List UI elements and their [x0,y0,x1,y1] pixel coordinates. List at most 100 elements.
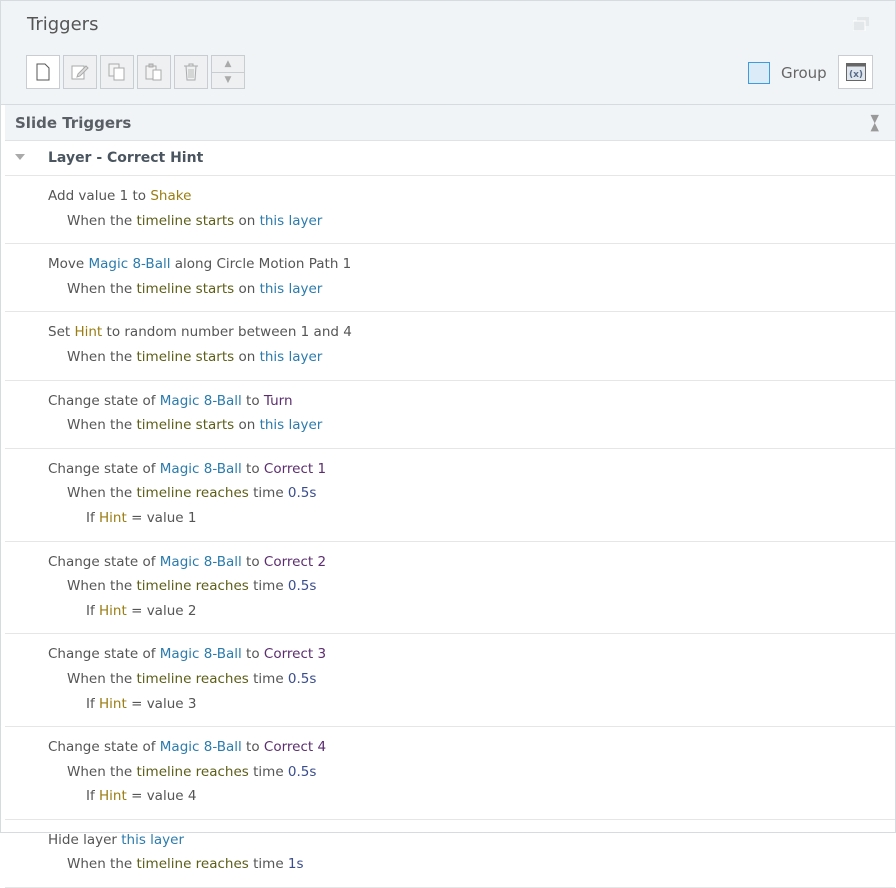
section-title: Slide Triggers [15,114,132,132]
expand-triangle-icon[interactable] [15,154,25,160]
move-up-button[interactable]: ▲ [212,56,244,73]
text-plain: Move [48,256,89,273]
text-plain: When the [67,212,137,229]
trigger-event: When the timeline reaches time 0.5s [5,667,895,692]
text-event: timeline starts [136,280,235,297]
text-event: timeline starts [136,417,235,434]
text-plain: Change state of [48,553,160,570]
text-var: Hint [99,695,127,712]
text-obj: Magic 8-Ball [159,392,242,409]
trigger-item[interactable]: Change state of Magic 8-Ball to Correct … [5,634,895,728]
trigger-item[interactable]: Change state of Magic 8-Ball to Correct … [5,727,895,820]
restore-window-icon[interactable] [853,17,869,31]
text-event: timeline reaches [136,763,249,780]
paste-icon [145,63,162,81]
text-plain: to random number between 1 and 4 [102,324,352,341]
text-obj: Magic 8-Ball [88,256,171,273]
text-plain: When the [67,578,137,595]
text-plain: Change state of [48,646,160,663]
text-plain: to [241,739,264,756]
text-plain: = value 3 [126,695,197,712]
panel-title: Triggers [27,14,99,35]
text-plain: time [248,763,288,780]
text-plain: on [234,417,260,434]
text-plain: When the [67,348,137,365]
text-var: Shake [150,188,192,204]
text-plain: If [86,788,100,805]
text-plain: = value 1 [126,509,197,526]
text-var: Hint [74,324,103,341]
text-event: timeline reaches [136,670,249,687]
group-checkbox[interactable] [748,62,770,84]
text-event: timeline reaches [136,578,249,595]
new-document-icon [36,63,50,81]
trigger-event: When the timeline starts on this layer [5,413,895,438]
layer-group-header[interactable]: Layer - Correct Hint [5,141,895,176]
variables-button[interactable]: (x) [838,55,873,89]
trigger-item[interactable]: Hide layer this layer When the timeline r… [5,820,895,888]
trigger-action: Set Hint to random number between 1 and … [5,320,895,345]
trigger-event: When the timeline starts on this layer [5,277,895,302]
trigger-action: Hide layer this layer [5,828,895,853]
trash-icon [184,63,198,81]
text-state: Turn [263,392,293,409]
text-plain: Change state of [48,460,160,477]
group-label: Group [781,64,827,82]
trigger-event: When the timeline reaches time 0.5s [5,760,895,785]
trigger-list: Add value 1 to Shake When the timeline st… [1,176,895,888]
text-plain: When the [67,417,137,434]
text-plain: on [234,348,260,365]
text-plain: to [241,460,264,477]
collapse-all-icon[interactable]: ▼ ▲ [871,113,879,132]
reorder-buttons: ▲ ▼ [211,55,245,89]
trigger-item[interactable]: Add value 1 to Shake When the timeline st… [5,176,895,245]
trigger-item[interactable]: Change state of Magic 8-Ball to Correct … [5,449,895,542]
text-state: Correct 3 [263,646,327,663]
trigger-condition: If Hint = value 4 [5,784,895,809]
copy-icon [108,63,125,81]
text-num: 0.5s [287,763,317,780]
trigger-action: Change state of Magic 8-Ball to Turn [5,389,895,414]
text-plain: time [248,670,288,687]
text-state: Correct 2 [263,553,327,570]
text-num: 0.5s [287,578,317,595]
text-plain: on [234,212,260,229]
group-toggle[interactable]: Group [748,62,827,84]
text-event: timeline starts [136,348,235,365]
variables-icon: (x) [845,63,866,81]
text-obj: this layer [259,417,323,434]
trigger-item[interactable]: Move Magic 8-Ball along Circle Motion Pa… [5,244,895,313]
text-plain: When the [67,763,137,780]
arrow-up-icon: ▲ [224,58,232,69]
delete-button[interactable] [174,55,208,89]
trigger-item[interactable]: Change state of Magic 8-Ball to Turn When… [5,381,895,449]
text-num: 0.5s [287,670,317,687]
trigger-item[interactable]: Change state of Magic 8-Ball to Correct … [5,542,895,635]
trigger-item[interactable]: Set Hint to random number between 1 and … [5,312,895,381]
text-plain: Hide layer [48,831,122,848]
text-plain: to [241,392,264,409]
text-plain: = value 2 [126,602,197,619]
move-down-button[interactable]: ▼ [212,73,244,89]
text-plain: When the [67,670,137,687]
copy-button[interactable] [100,55,134,89]
toolbar: ▲ ▼ [26,55,245,89]
trigger-condition: If Hint = value 2 [5,599,895,624]
text-plain: = value 4 [126,788,197,805]
trigger-condition: If Hint = value 1 [5,506,895,531]
text-var: Hint [99,788,127,805]
text-obj: Magic 8-Ball [159,646,242,663]
text-plain: When the [67,280,137,297]
panel-header: Triggers ▲ ▼ Group (x) [1,1,895,105]
text-plain: If [86,695,100,712]
trigger-event: When the timeline reaches time 0.5s [5,574,895,599]
text-plain: Set [48,324,75,341]
new-trigger-button[interactable] [26,55,60,89]
paste-button[interactable] [137,55,171,89]
text-plain: Change state of [48,739,160,756]
text-var: Hint [99,509,127,526]
edit-trigger-button[interactable] [63,55,97,89]
text-event: timeline reaches [136,856,249,873]
text-obj: this layer [259,212,323,229]
text-plain: Change state of [48,392,160,409]
